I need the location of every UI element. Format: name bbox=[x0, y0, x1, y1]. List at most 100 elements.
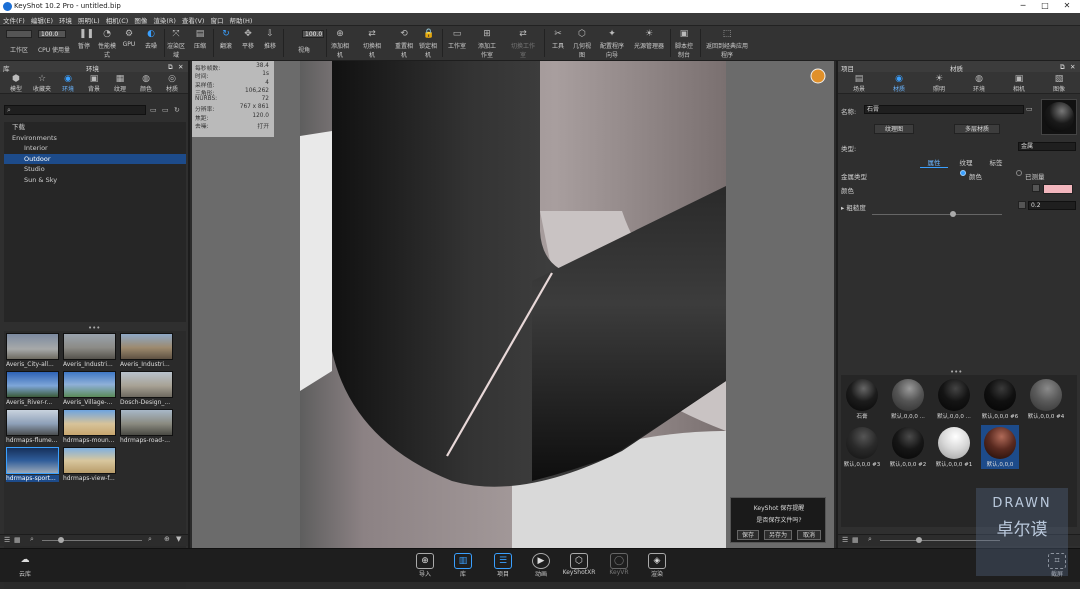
thumbnail-item[interactable]: hdrmaps-view-f... bbox=[63, 447, 116, 484]
cpu-usage-field[interactable]: 100.0 bbox=[38, 30, 66, 38]
library-button[interactable]: ▥ 库 bbox=[446, 553, 480, 578]
add-studio-button[interactable]: ⊞ 添加工作室 bbox=[476, 29, 498, 59]
add-camera-button[interactable]: ⊕ 添加相机 bbox=[330, 29, 350, 59]
thumbnail-item[interactable]: Averis_River-r... bbox=[6, 371, 59, 408]
list-view-icon[interactable]: ☰ bbox=[4, 536, 10, 544]
measured-radio[interactable] bbox=[1016, 170, 1022, 176]
texture-map-button[interactable]: 纹理图 bbox=[874, 124, 914, 134]
slider-handle[interactable] bbox=[58, 537, 64, 543]
menu-window[interactable]: 窗口 bbox=[207, 13, 226, 25]
menu-image[interactable]: 图像 bbox=[131, 13, 150, 25]
tree-item-sun-sky[interactable]: Sun & Sky bbox=[4, 175, 186, 186]
lock-camera-button[interactable]: 🔒 锁定相机 bbox=[418, 29, 438, 59]
material-item[interactable]: 默认,0,0,0 #1 bbox=[935, 425, 973, 469]
tab-favorites[interactable]: ☆ 收藏夹 bbox=[31, 74, 53, 93]
render-button[interactable]: ◈ 渲染 bbox=[640, 553, 674, 578]
script-console-button[interactable]: ▣ 脚本控制台 bbox=[673, 29, 695, 59]
light-manager-button[interactable]: ☀ 光源管理器 bbox=[632, 29, 666, 50]
menu-environment[interactable]: 环境 bbox=[56, 13, 75, 25]
menu-edit[interactable]: 编辑(E) bbox=[28, 13, 56, 25]
tab-material[interactable]: ◉ 材质 bbox=[888, 74, 910, 93]
material-item-selected[interactable]: 默认,0,0,0 bbox=[981, 425, 1019, 469]
save-as-button[interactable]: 另存为 bbox=[764, 530, 792, 540]
roughness-input[interactable]: 0.2 bbox=[1028, 201, 1076, 210]
menu-lighting[interactable]: 照明(L) bbox=[75, 13, 103, 25]
panel-close-icon[interactable]: ✕ bbox=[178, 63, 183, 71]
tab-lighting[interactable]: ☀ 照明 bbox=[928, 74, 950, 93]
multi-material-button[interactable]: 多层材质 bbox=[954, 124, 1000, 134]
tools-button[interactable]: ✂ 工具 bbox=[548, 29, 568, 50]
material-item[interactable]: 默认,0,0,0 ... bbox=[889, 377, 927, 421]
color-radio[interactable] bbox=[960, 170, 966, 176]
texture-slot-icon[interactable] bbox=[1018, 201, 1026, 209]
color-swatch[interactable] bbox=[1043, 184, 1073, 194]
tab-image[interactable]: ▧ 图像 bbox=[1048, 74, 1070, 93]
pan-button[interactable]: ✥ 平移 bbox=[238, 29, 258, 50]
thumbnail-item[interactable]: hdrmaps-road-... bbox=[120, 409, 173, 446]
roughness-slider-handle[interactable] bbox=[949, 211, 956, 217]
close-button[interactable]: ✕ bbox=[1056, 0, 1078, 13]
tab-backplates[interactable]: ▣ 背景 bbox=[83, 74, 105, 93]
save-button[interactable]: 保存 bbox=[737, 530, 759, 540]
thumbnail-item[interactable]: Averis_Village-... bbox=[63, 371, 116, 408]
thumbnail-item[interactable]: Averis_Industri... bbox=[120, 333, 173, 370]
panel-close-icon[interactable]: ✕ bbox=[1070, 63, 1075, 71]
library-search-input[interactable]: ⌕ bbox=[4, 105, 146, 115]
maximize-button[interactable]: □ bbox=[1034, 0, 1056, 13]
material-item[interactable]: 默认,0,0,0 #6 bbox=[981, 377, 1019, 421]
render-region-button[interactable]: ⤧ 渲染区域 bbox=[166, 29, 186, 59]
thumbnail-size-slider[interactable] bbox=[42, 540, 142, 541]
roughness-slider[interactable] bbox=[872, 214, 1002, 215]
switch-camera-button[interactable]: ⇄ 切换相机 bbox=[362, 29, 382, 59]
material-item[interactable]: 石膏 bbox=[843, 377, 881, 421]
import-folder-icon[interactable]: ▭ bbox=[162, 106, 169, 114]
animation-button[interactable]: ▶ 动画 bbox=[524, 553, 558, 578]
slider-handle[interactable] bbox=[916, 537, 922, 543]
refresh-icon[interactable]: ↻ bbox=[174, 106, 180, 114]
thumbnail-item[interactable]: Dosch-Design_... bbox=[120, 371, 173, 408]
keyvr-button[interactable]: ◯ KeyVR bbox=[602, 553, 636, 576]
menu-camera[interactable]: 相机(C) bbox=[103, 13, 132, 25]
fov-field[interactable]: 100.0 bbox=[302, 30, 324, 38]
subtab-labels[interactable]: 标签 bbox=[982, 157, 1010, 167]
configurator-wizard-button[interactable]: ✦ 配置程序向导 bbox=[598, 29, 626, 59]
tab-scene[interactable]: ▤ 场景 bbox=[848, 74, 870, 93]
tab-camera[interactable]: ▣ 相机 bbox=[1008, 74, 1030, 93]
dolly-button[interactable]: ⇩ 推移 bbox=[260, 29, 280, 50]
geometry-view-button[interactable]: ⬡ 几何视图 bbox=[572, 29, 592, 59]
thumbnail-item[interactable]: hdrmaps-moun... bbox=[63, 409, 116, 446]
pause-button[interactable]: ❚❚ 暂停 bbox=[74, 29, 94, 50]
float-icon[interactable]: ⧉ bbox=[168, 63, 173, 72]
tree-item-environments[interactable]: Environments bbox=[4, 133, 186, 144]
thumbnail-item-selected[interactable]: hdrmaps-sport... bbox=[6, 447, 59, 484]
import-button[interactable]: ⊕ 导入 bbox=[408, 553, 442, 578]
performance-mode-button[interactable]: ◔ 性能模式 bbox=[96, 29, 118, 59]
workspace-dropdown[interactable] bbox=[6, 30, 32, 38]
list-view-icon[interactable]: ☰ bbox=[842, 536, 848, 544]
gpu-button[interactable]: ⚙ GPU bbox=[120, 29, 138, 48]
folder-icon[interactable]: ▭ bbox=[150, 106, 157, 114]
reset-camera-button[interactable]: ⟲ 重置相机 bbox=[394, 29, 414, 59]
tab-textures[interactable]: ▦ 纹理 bbox=[109, 74, 131, 93]
filter-icon[interactable]: ▼ bbox=[176, 535, 181, 543]
tab-colors[interactable]: ◍ 颜色 bbox=[135, 74, 157, 93]
denoise-button[interactable]: ◐ 去噪 bbox=[140, 29, 162, 50]
tree-item-interior[interactable]: Interior bbox=[4, 143, 186, 154]
menu-help[interactable]: 帮助(H) bbox=[226, 13, 255, 25]
thumbnail-item[interactable]: hdrmaps-flume... bbox=[6, 409, 59, 446]
save-material-icon[interactable]: ▭ bbox=[1026, 105, 1033, 113]
back-to-classic-button[interactable]: ⬚ 返回到经典应用程序 bbox=[704, 29, 750, 59]
menu-file[interactable]: 文件(F) bbox=[0, 13, 28, 25]
grid-view-icon[interactable]: ▦ bbox=[14, 536, 21, 544]
studio-button[interactable]: ▭ 工作室 bbox=[446, 29, 468, 50]
minimize-button[interactable]: ─ bbox=[1012, 0, 1034, 13]
float-icon[interactable]: ⧉ bbox=[1060, 63, 1065, 72]
thumbnail-item[interactable]: Averis_City-all... bbox=[6, 333, 59, 370]
material-type-select[interactable]: 金属 bbox=[1018, 142, 1076, 151]
subtab-texture[interactable]: 纹理 bbox=[952, 157, 980, 167]
material-name-input[interactable]: 石膏 bbox=[864, 105, 1024, 114]
menu-render[interactable]: 渲染(R) bbox=[150, 13, 179, 25]
texture-slot-icon[interactable] bbox=[1032, 184, 1040, 192]
zoom-out-icon[interactable]: ⌕ bbox=[30, 535, 34, 544]
project-button[interactable]: ☰ 项目 bbox=[486, 553, 520, 578]
